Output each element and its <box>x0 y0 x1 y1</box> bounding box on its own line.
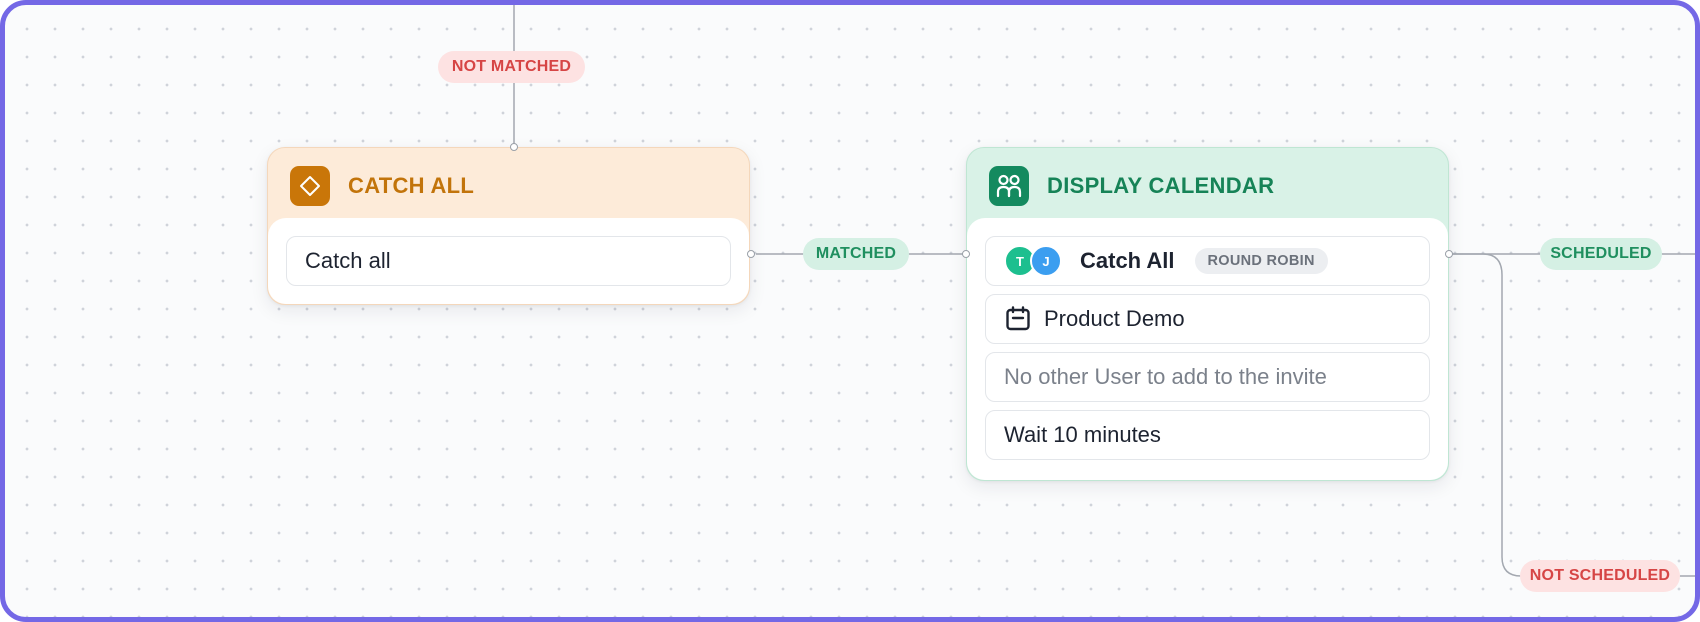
display-calendar-output-port[interactable] <box>1445 250 1453 258</box>
avatar: J <box>1030 245 1062 277</box>
workflow-canvas[interactable]: NOT MATCHED MATCHED SCHEDULED NOT SCHEDU… <box>0 0 1700 622</box>
invite-label: No other User to add to the invite <box>1004 364 1327 389</box>
node-body: Catch all <box>268 218 749 304</box>
node-header: DISPLAY CALENDAR <box>989 166 1428 206</box>
avatar-group: T J <box>1004 245 1062 277</box>
edge-label-not-scheduled[interactable]: NOT SCHEDULED <box>1520 560 1680 592</box>
edge-label-not-matched[interactable]: NOT MATCHED <box>438 51 585 83</box>
routing-row[interactable]: T J Catch All ROUND ROBIN <box>985 236 1430 286</box>
users-group-icon <box>989 166 1029 206</box>
edge-not-scheduled <box>1449 253 1695 577</box>
event-type-row[interactable]: Product Demo <box>985 294 1430 344</box>
catch-all-node[interactable]: CATCH ALL Catch all <box>267 147 750 305</box>
wait-row[interactable]: Wait 10 minutes <box>985 410 1430 460</box>
node-title: CATCH ALL <box>348 173 475 198</box>
event-type-label: Product Demo <box>1044 306 1185 331</box>
routing-name: Catch All <box>1080 248 1175 273</box>
node-body: T J Catch All ROUND ROBIN Product Demo N… <box>967 218 1448 480</box>
wait-label: Wait 10 minutes <box>1004 422 1161 447</box>
node-title: DISPLAY CALENDAR <box>1047 173 1275 198</box>
rule-row[interactable]: Catch all <box>286 236 731 286</box>
node-header: CATCH ALL <box>290 166 729 206</box>
catch-all-output-port[interactable] <box>747 250 755 258</box>
edge-label-matched[interactable]: MATCHED <box>803 238 909 270</box>
catch-all-input-port[interactable] <box>510 143 518 151</box>
invite-row[interactable]: No other User to add to the invite <box>985 352 1430 402</box>
edge-label-scheduled[interactable]: SCHEDULED <box>1540 238 1662 270</box>
calendar-icon <box>1004 305 1032 333</box>
routing-type-badge: ROUND ROBIN <box>1194 248 1328 274</box>
display-calendar-node[interactable]: DISPLAY CALENDAR T J Catch All ROUND ROB… <box>966 147 1449 481</box>
display-calendar-input-port[interactable] <box>962 250 970 258</box>
rule-label: Catch all <box>305 248 391 273</box>
diamond-icon <box>290 166 330 206</box>
